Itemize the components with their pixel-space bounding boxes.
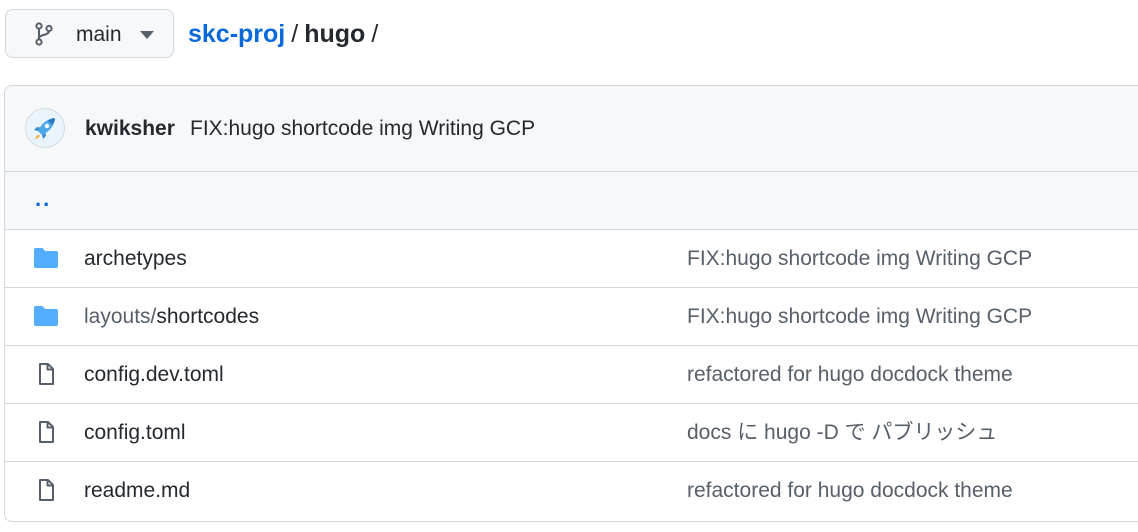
file-row[interactable]: readme.md refactored for hugo docdock the… bbox=[5, 462, 1138, 520]
file-name-link[interactable]: layouts/shortcodes bbox=[84, 304, 259, 330]
branch-selector-button[interactable]: main bbox=[5, 9, 174, 58]
file-row[interactable]: layouts/shortcodes FIX:hugo shortcode img… bbox=[5, 288, 1138, 346]
file-row[interactable]: config.dev.toml refactored for hugo docdo… bbox=[5, 346, 1138, 404]
breadcrumb-repo-link[interactable]: skc-proj bbox=[188, 20, 285, 48]
file-commit-message-link[interactable]: docs に hugo -D で パブリッシュ bbox=[687, 420, 997, 446]
breadcrumb: skc-proj / hugo / bbox=[188, 18, 378, 50]
file-name-link[interactable]: config.toml bbox=[84, 420, 186, 446]
file-icon bbox=[39, 363, 54, 385]
file-icon bbox=[39, 479, 54, 501]
file-icon bbox=[39, 421, 54, 443]
latest-commit-bar: kwiksher FIX:hugo shortcode img Writing … bbox=[5, 86, 1138, 172]
file-name: config.toml bbox=[84, 421, 186, 444]
folder-icon bbox=[34, 248, 58, 268]
file-name: config.dev.toml bbox=[84, 363, 224, 386]
breadcrumb-separator: / bbox=[291, 20, 299, 48]
file-name-link[interactable]: archetypes bbox=[84, 246, 187, 272]
file-name: archetypes bbox=[84, 247, 187, 270]
file-name-link[interactable]: config.dev.toml bbox=[84, 362, 224, 388]
parent-directory-link[interactable]: .. bbox=[35, 186, 51, 212]
breadcrumb-trailing-separator: / bbox=[371, 20, 379, 48]
file-commit-message-link[interactable]: FIX:hugo shortcode img Writing GCP bbox=[687, 246, 1032, 272]
file-commit-message-link[interactable]: FIX:hugo shortcode img Writing GCP bbox=[687, 304, 1032, 330]
file-name-link[interactable]: readme.md bbox=[84, 478, 190, 504]
commit-message-link[interactable]: FIX:hugo shortcode img Writing GCP bbox=[190, 116, 535, 142]
file-row[interactable]: archetypes FIX:hugo shortcode img Writing… bbox=[5, 230, 1138, 288]
file-row[interactable]: config.toml docs に hugo -D で パブリッシュ bbox=[5, 404, 1138, 462]
file-browser: kwiksher FIX:hugo shortcode img Writing … bbox=[4, 85, 1138, 522]
commit-author-link[interactable]: kwiksher bbox=[85, 116, 175, 142]
folder-icon bbox=[34, 306, 58, 326]
git-branch-icon bbox=[35, 22, 53, 46]
file-name: shortcodes bbox=[156, 305, 260, 328]
branch-name: main bbox=[76, 23, 122, 46]
breadcrumb-current-dir: hugo bbox=[304, 20, 366, 48]
rocket-avatar-icon bbox=[26, 109, 64, 147]
file-name-prefix: layouts/ bbox=[84, 305, 157, 328]
file-name: readme.md bbox=[84, 479, 191, 502]
repo-header: main skc-proj / hugo / bbox=[0, 0, 1138, 70]
file-commit-message-link[interactable]: refactored for hugo docdock theme bbox=[687, 362, 1013, 388]
avatar[interactable] bbox=[25, 108, 65, 148]
parent-directory-row[interactable]: .. bbox=[5, 172, 1138, 230]
caret-down-icon bbox=[140, 31, 154, 39]
file-commit-message-link[interactable]: refactored for hugo docdock theme bbox=[687, 478, 1013, 504]
